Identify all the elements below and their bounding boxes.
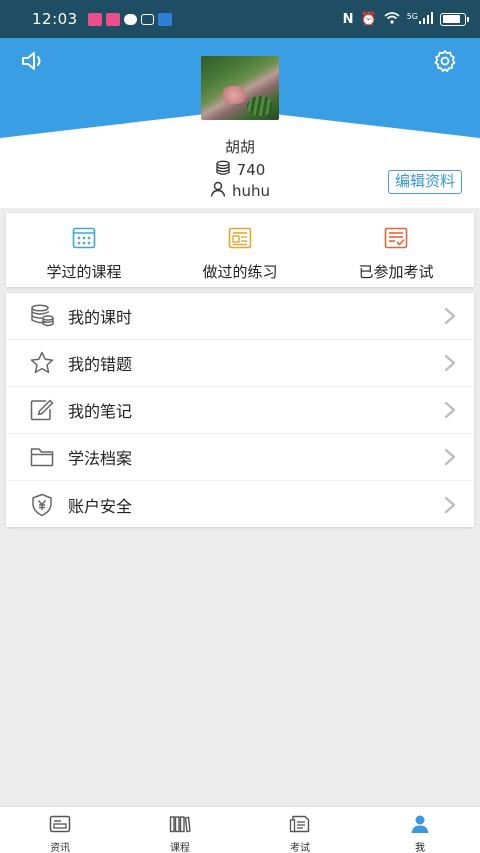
bottom-tab-bar: 资讯 课程 考试 我 (0, 806, 480, 853)
coins-stack-icon (28, 302, 56, 330)
tab-me[interactable]: 我 (360, 807, 480, 853)
alarm-icon: ⏰ (360, 11, 377, 27)
edit-profile-button[interactable]: 编辑资料 (387, 170, 462, 194)
coins-value: 740 (236, 161, 266, 179)
books-icon (169, 815, 191, 837)
coins-icon (215, 160, 231, 180)
tab-courses[interactable]: 课程 (120, 807, 240, 853)
menu-item-label: 我的错题 (68, 355, 133, 374)
chevron-right-icon (440, 400, 460, 420)
menu-item-wrong-questions[interactable]: 我的错题 (6, 340, 474, 387)
chat-icon (140, 13, 154, 25)
menu-item-study-archive[interactable]: 学法档案 (6, 434, 474, 481)
person-icon (409, 815, 431, 837)
quick-link-label: 学过的课程 (46, 263, 122, 281)
chevron-right-icon (440, 495, 460, 515)
document-icon (228, 227, 252, 253)
menu-card: 我的课时 我的错题 我的笔记 学法档案 账户安全 (6, 293, 474, 527)
menu-item-class-hours[interactable]: 我的课时 (6, 293, 474, 340)
tab-exams[interactable]: 考试 (240, 807, 360, 853)
chevron-right-icon (440, 306, 460, 326)
quick-link-courses[interactable]: 学过的课程 (6, 213, 162, 287)
quick-link-label: 做过的练习 (202, 263, 278, 281)
news-icon (49, 815, 71, 837)
tab-news[interactable]: 资讯 (0, 807, 120, 853)
shield-yen-icon (28, 491, 56, 519)
menu-item-label: 我的笔记 (68, 402, 133, 421)
menu-item-account-security[interactable]: 账户安全 (6, 481, 474, 528)
status-bar: 12:03 N ⏰ 5G (0, 0, 480, 38)
checklist-icon (384, 227, 408, 253)
status-time: 12:03 (32, 10, 78, 28)
settings-gear-icon[interactable] (430, 46, 460, 76)
feather-app-icon (157, 12, 172, 26)
avatar[interactable] (201, 56, 279, 120)
tab-label: 我 (415, 843, 425, 853)
signal-icon (419, 11, 433, 27)
user-name: 胡胡 (224, 138, 255, 156)
system-status-icons: N ⏰ 5G (342, 11, 469, 27)
app-notification-icon (105, 12, 120, 26)
app-notification-icon (87, 12, 102, 26)
notification-icons (87, 12, 172, 26)
edit-note-icon (28, 396, 56, 424)
folder-icon (28, 443, 56, 471)
user-icon (210, 181, 226, 201)
tab-label: 课程 (170, 843, 190, 853)
nfc-icon: N (342, 11, 354, 27)
network-type: 5G (406, 11, 418, 21)
menu-item-label: 账户安全 (68, 496, 133, 516)
quick-link-exams[interactable]: 已参加考试 (318, 213, 474, 287)
account-name: huhu (231, 182, 271, 200)
quick-link-label: 已参加考试 (358, 263, 434, 281)
chevron-right-icon (440, 447, 460, 467)
quick-link-exercises[interactable]: 做过的练习 (162, 213, 318, 287)
menu-item-label: 学法档案 (68, 449, 133, 468)
menu-item-notes[interactable]: 我的笔记 (6, 387, 474, 434)
exam-icon (289, 815, 311, 837)
wifi-icon (384, 11, 400, 27)
calendar-grid-icon (72, 227, 96, 253)
battery-icon (440, 12, 469, 26)
menu-item-label: 我的课时 (68, 308, 133, 327)
chevron-right-icon (440, 353, 460, 373)
profile-header: 胡胡 740 huhu 编辑资料 (0, 38, 480, 208)
star-icon (28, 349, 56, 377)
tab-label: 考试 (290, 843, 310, 853)
quick-links-card: 学过的课程 做过的练习 已参加考试 (6, 213, 474, 287)
speaker-icon[interactable] (18, 46, 48, 76)
message-icon (123, 13, 137, 25)
tab-label: 资讯 (50, 843, 70, 853)
